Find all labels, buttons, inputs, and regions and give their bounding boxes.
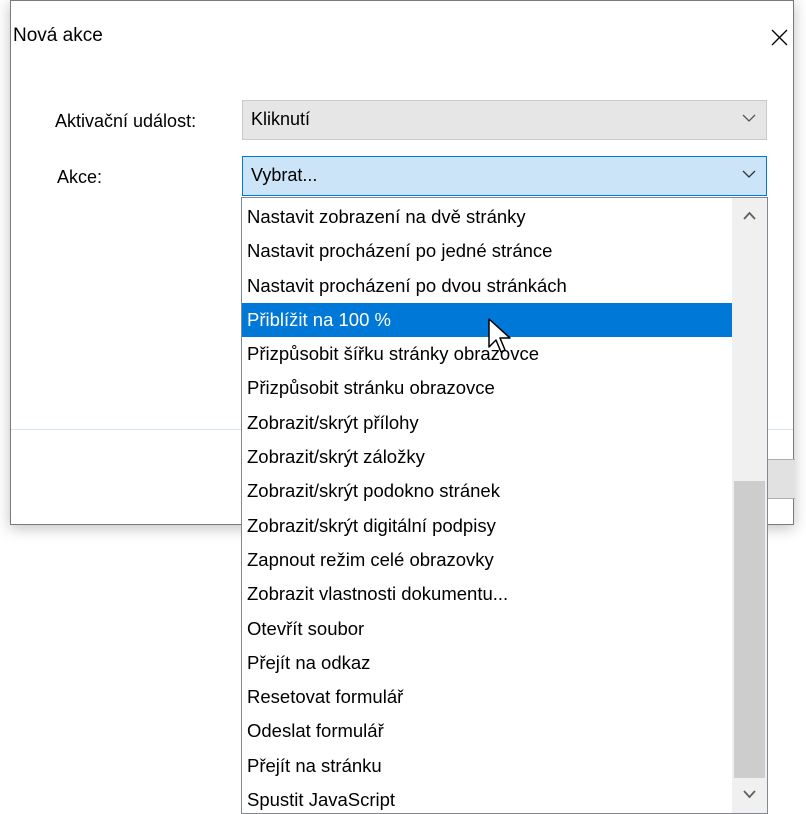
list-item[interactable]: Resetovat formulář <box>242 680 732 714</box>
scrollbar-thumb[interactable] <box>734 481 765 778</box>
list-item[interactable]: Zobrazit/skrýt záložky <box>242 440 732 474</box>
list-item[interactable]: Zobrazit/skrýt digitální podpisy <box>242 509 732 543</box>
action-label: Akce: <box>57 167 103 187</box>
list-item[interactable]: Nastavit procházení po dvou stránkách <box>242 269 732 303</box>
dialog-title: Nová akce <box>13 25 103 46</box>
list-item[interactable]: Zapnout režim celé obrazovky <box>242 543 732 577</box>
list-item[interactable]: Přejít na stránku <box>242 749 732 783</box>
list-item[interactable]: Zobrazit vlastnosti dokumentu... <box>242 577 732 611</box>
list-item[interactable]: Přejít na odkaz <box>242 646 732 680</box>
event-label: Aktivační událost: <box>55 111 197 131</box>
list-item[interactable]: Otevřít soubor <box>242 612 732 646</box>
list-item[interactable]: Spustit JavaScript <box>242 783 732 813</box>
vertical-scrollbar[interactable] <box>732 198 767 813</box>
mouse-cursor-icon <box>488 318 511 353</box>
event-select[interactable]: Kliknutí <box>242 100 767 140</box>
list-item[interactable]: Zobrazit/skrýt přílohy <box>242 406 732 440</box>
list-item[interactable]: Zobrazit/skrýt podokno stránek <box>242 474 732 508</box>
action-options: Nastavit zobrazení na dvě stránky Nastav… <box>242 200 732 813</box>
action-select[interactable]: Vybrat... <box>242 156 767 196</box>
close-button[interactable] <box>759 17 799 57</box>
scroll-down-button[interactable] <box>732 778 767 810</box>
list-item[interactable]: Odeslat formulář <box>242 714 732 748</box>
list-item[interactable]: Přizpůsobit stránku obrazovce <box>242 371 732 405</box>
action-select-value: Vybrat... <box>251 165 318 185</box>
chevron-down-icon <box>743 790 756 799</box>
chevron-down-icon <box>742 170 756 178</box>
chevron-down-icon <box>742 114 756 122</box>
list-item[interactable]: Nastavit procházení po jedné stránce <box>242 234 732 268</box>
event-select-value: Kliknutí <box>251 109 311 129</box>
chevron-up-icon <box>743 211 756 220</box>
action-dropdown-list[interactable]: Nastavit zobrazení na dvě stránky Nastav… <box>241 197 768 814</box>
scroll-up-button[interactable] <box>732 200 767 232</box>
close-icon <box>771 29 788 46</box>
footer-button[interactable] <box>767 459 795 499</box>
list-item[interactable]: Nastavit zobrazení na dvě stránky <box>242 200 732 234</box>
